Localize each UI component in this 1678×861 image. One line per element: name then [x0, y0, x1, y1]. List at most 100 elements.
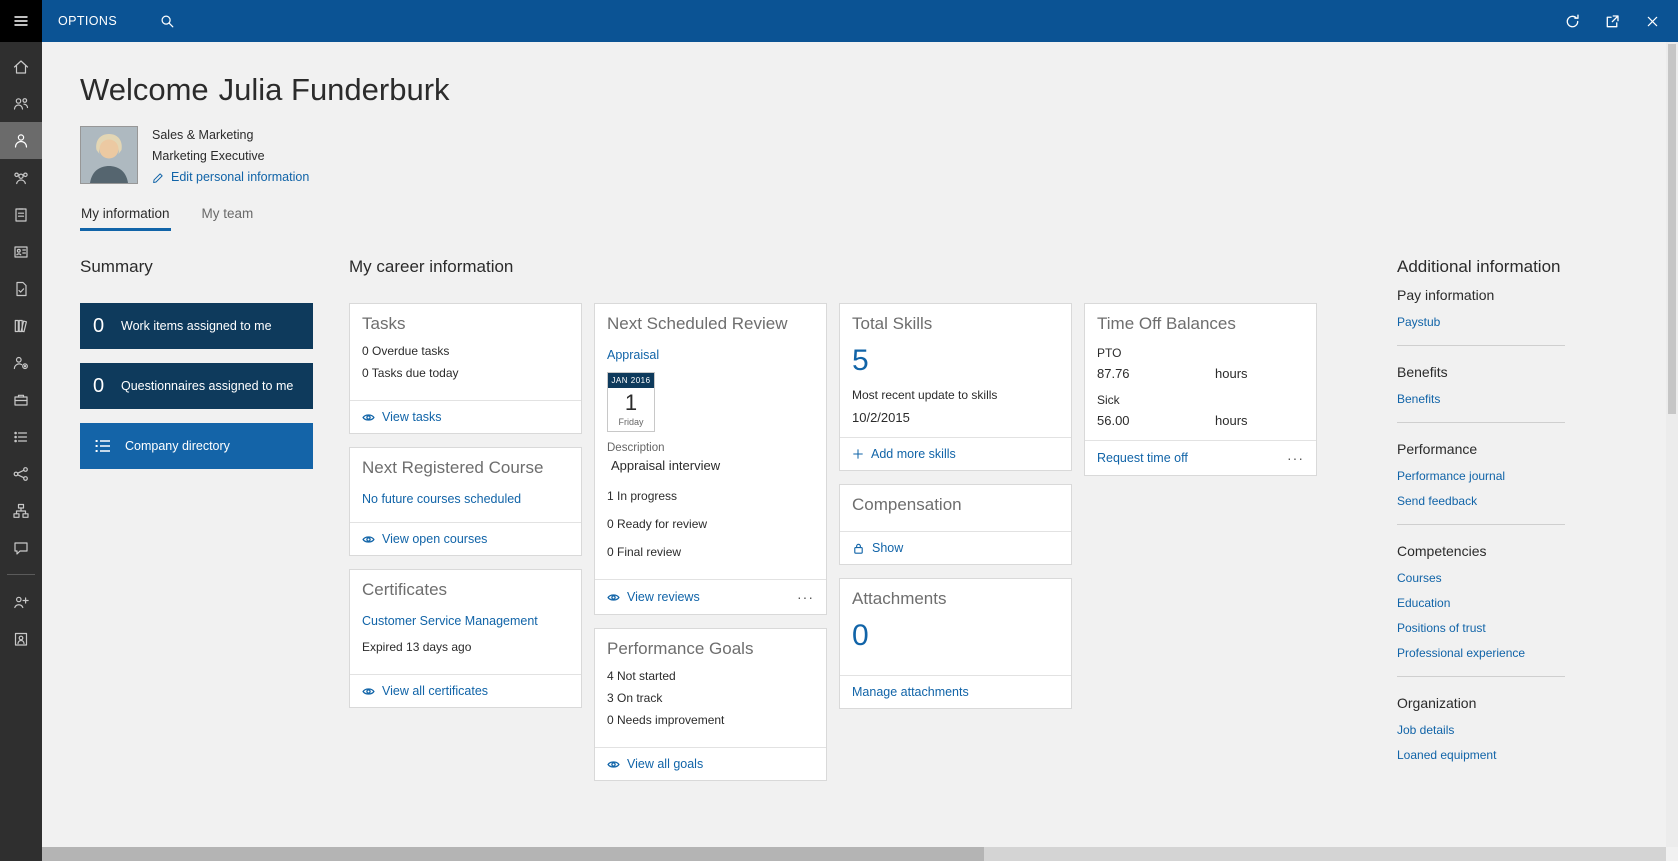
- additional-heading: Additional information: [1397, 257, 1561, 276]
- refresh-icon: [1566, 14, 1579, 27]
- top-navbar: OPTIONS: [0, 0, 1678, 42]
- checklist-icon: [15, 207, 27, 222]
- group-benefits: Benefits Benefits: [1397, 364, 1575, 423]
- summary-heading: Summary: [80, 257, 153, 276]
- time-off-more-button[interactable]: ···: [1287, 450, 1304, 466]
- view-tasks-link[interactable]: View tasks: [350, 400, 581, 433]
- calendar-day: 1: [624, 390, 638, 415]
- hamburger-menu-button[interactable]: [0, 0, 42, 42]
- sidebar-item-person-settings[interactable]: [0, 344, 42, 381]
- profile-details: Sales & Marketing Marketing Executive Ed…: [152, 126, 309, 184]
- user-name: Julia Funderburk: [218, 72, 450, 107]
- tile-work-items[interactable]: 0 Work items assigned to me: [80, 303, 313, 349]
- benefits-title: Benefits: [1397, 364, 1448, 380]
- tile-questionnaires[interactable]: 0 Questionnaires assigned to me: [80, 363, 313, 409]
- review-more-button[interactable]: ···: [797, 589, 814, 605]
- edit-personal-info-link[interactable]: Edit personal information: [152, 170, 309, 184]
- add-more-skills-link[interactable]: Add more skills: [840, 437, 1071, 470]
- sidebar-item-badge-person[interactable]: [0, 620, 42, 657]
- sidebar-item-hierarchy[interactable]: [0, 492, 42, 529]
- close-button[interactable]: [1632, 0, 1672, 42]
- sidebar-item-checklist[interactable]: [0, 196, 42, 233]
- send-feedback-link[interactable]: Send feedback: [1397, 494, 1575, 508]
- work-items-label: Work items assigned to me: [121, 319, 272, 333]
- view-reviews-link[interactable]: View reviews ···: [595, 579, 826, 614]
- person-settings-icon: [13, 356, 28, 369]
- paystub-link[interactable]: Paystub: [1397, 315, 1575, 329]
- loaned-equipment-link[interactable]: Loaned equipment: [1397, 748, 1575, 762]
- manage-attachments-link[interactable]: Manage attachments: [840, 675, 1071, 708]
- tab-my-team[interactable]: My team: [201, 202, 255, 231]
- tasks-card: Tasks 0 Overdue tasks 0 Tasks due today …: [349, 303, 582, 434]
- sidebar-item-employee-self-service[interactable]: [0, 122, 42, 159]
- divider: [1397, 676, 1565, 677]
- performance-title: Performance: [1397, 441, 1478, 457]
- home-icon: [13, 59, 29, 74]
- document-check-icon: [16, 281, 27, 296]
- view-all-goals-link[interactable]: View all goals: [595, 747, 826, 780]
- group-competencies: Competencies Courses Education Positions…: [1397, 543, 1575, 677]
- sidebar-item-list[interactable]: [0, 418, 42, 455]
- benefits-link[interactable]: Benefits: [1397, 392, 1575, 406]
- sidebar-item-network[interactable]: [0, 455, 42, 492]
- horizontal-scrollbar[interactable]: [42, 847, 1666, 861]
- plus-icon: [853, 449, 863, 459]
- positions-of-trust-link[interactable]: Positions of trust: [1397, 621, 1575, 635]
- skills-title: Total Skills: [852, 314, 933, 333]
- search-icon: [161, 15, 174, 28]
- tile-company-directory[interactable]: Company directory: [80, 423, 313, 469]
- education-link[interactable]: Education: [1397, 596, 1575, 610]
- review-ready: 0 Ready for review: [607, 517, 708, 531]
- view-open-courses-link[interactable]: View open courses: [350, 522, 581, 555]
- courses-icon: [14, 319, 27, 332]
- sidebar-item-contact[interactable]: [0, 233, 42, 270]
- left-sidebar: [0, 42, 42, 861]
- sidebar-item-feedback[interactable]: [0, 529, 42, 566]
- compensation-show-link[interactable]: Show: [840, 531, 1071, 564]
- certificate-expired-line: Expired 13 days ago: [362, 640, 472, 654]
- search-button[interactable]: [147, 0, 187, 42]
- certificate-link[interactable]: Customer Service Management: [362, 614, 538, 628]
- view-all-certificates-link[interactable]: View all certificates: [350, 674, 581, 707]
- appraisal-link[interactable]: Appraisal: [607, 348, 659, 362]
- tab-my-information[interactable]: My information: [80, 202, 171, 231]
- person-me-icon: [14, 133, 28, 148]
- job-details-link[interactable]: Job details: [1397, 723, 1575, 737]
- sidebar-item-home[interactable]: [0, 48, 42, 85]
- sidebar-item-add-people[interactable]: [0, 583, 42, 620]
- avatar: [80, 126, 138, 184]
- sidebar-item-approvals[interactable]: [0, 270, 42, 307]
- review-in-progress: 1 In progress: [607, 489, 678, 503]
- refresh-button[interactable]: [1552, 0, 1592, 42]
- career-columns: Tasks 0 Overdue tasks 0 Tasks due today …: [349, 303, 1317, 794]
- hamburger-icon: [14, 16, 28, 26]
- professional-experience-link[interactable]: Professional experience: [1397, 646, 1575, 660]
- performance-goals-card: Performance Goals 4 Not started 3 On tra…: [594, 628, 827, 781]
- sidebar-item-briefcase[interactable]: [0, 381, 42, 418]
- performance-journal-link[interactable]: Performance journal: [1397, 469, 1575, 483]
- career-col-3: Total Skills 5 Most recent update to ski…: [839, 303, 1072, 722]
- competencies-title: Competencies: [1397, 543, 1487, 559]
- courses-link[interactable]: Courses: [1397, 571, 1575, 585]
- pay-information-title: Pay information: [1397, 287, 1495, 303]
- no-courses-link[interactable]: No future courses scheduled: [362, 492, 521, 506]
- sidebar-item-people-group[interactable]: [0, 159, 42, 196]
- eye-icon: [362, 535, 375, 543]
- vertical-scrollbar-thumb[interactable]: [1668, 44, 1676, 415]
- horizontal-scrollbar-thumb[interactable]: [42, 847, 984, 861]
- sidebar-item-team[interactable]: [0, 85, 42, 122]
- share-network-icon: [13, 466, 28, 481]
- close-icon: [1647, 16, 1657, 26]
- request-time-off-link[interactable]: Request time off ···: [1085, 440, 1316, 475]
- sick-unit: hours: [1215, 413, 1248, 428]
- sick-row: 56.00 hours: [1097, 413, 1304, 428]
- view-reviews-label: View reviews: [627, 590, 700, 604]
- tasks-title: Tasks: [362, 314, 406, 333]
- sidebar-item-courses[interactable]: [0, 307, 42, 344]
- next-review-title: Next Scheduled Review: [607, 314, 788, 333]
- people-team-icon: [13, 97, 29, 110]
- vertical-scrollbar[interactable]: [1666, 42, 1678, 847]
- options-menu[interactable]: OPTIONS: [58, 14, 117, 28]
- open-in-new-window-button[interactable]: [1592, 0, 1632, 42]
- time-off-title: Time Off Balances: [1097, 314, 1236, 333]
